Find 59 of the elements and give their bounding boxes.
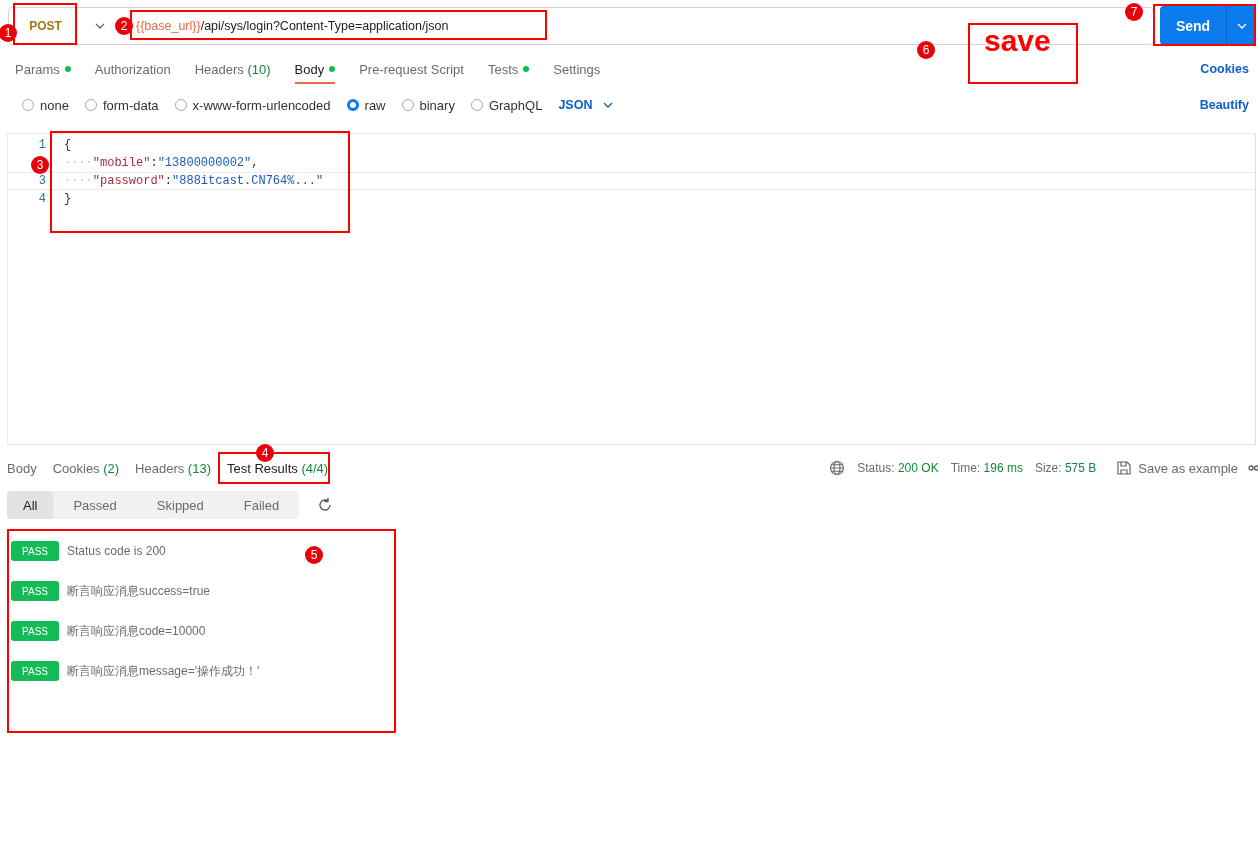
filter-tab[interactable]: All [7,491,54,519]
request-tab[interactable]: Headers (10) [194,54,271,84]
beautify-link[interactable]: Beautify [1199,98,1249,112]
response-meta: Time: 196 ms [950,461,1023,475]
more-icon [1248,464,1258,472]
radio-label[interactable]: form-data [102,97,159,113]
send-button[interactable]: Send [1160,6,1226,45]
test-name: 断言响应消息code=10000 [67,622,206,640]
request-tab[interactable]: Body [294,54,336,84]
annotation-number: 4 [256,444,274,462]
response-tab[interactable]: Cookies (2) [52,460,120,476]
format-dropdown[interactable]: JSON [558,98,615,112]
code-line: } [64,192,72,206]
filter-tab[interactable]: Skipped [136,491,224,519]
line-number: 4 [38,192,46,206]
request-tab[interactable]: Authorization [94,54,171,84]
status-badge: PASS [11,581,59,601]
annotation-number: 7 [1125,3,1143,21]
status-badge: PASS [11,621,59,641]
radio-label[interactable]: none [40,97,69,113]
annotation-number: 6 [917,41,935,59]
line-number: 3 [38,174,46,188]
save-icon [1116,460,1133,476]
radio-button[interactable] [346,99,359,111]
annotation-number: 5 [305,546,323,564]
url-field[interactable]: {{base_url}}/api/sys/login?Content-Type=application/json [135,18,450,33]
response-meta: Status: 200 OK [857,461,939,475]
annotation-number: 3 [31,156,49,174]
filter-tab[interactable]: Passed [53,491,137,519]
request-tab[interactable]: Settings [553,54,601,84]
radio-label[interactable]: x-www-form-urlencoded [192,97,331,113]
filter-tab[interactable]: Failed [223,491,300,519]
annotation-note: save [984,24,1051,58]
code-line: ····"mobile":"13800000002", [64,156,259,170]
test-name: Status code is 200 [67,544,166,558]
annotation-number: 1 [0,24,17,42]
response-tab[interactable]: Test Results (4/4) [227,460,329,476]
status-badge: PASS [11,541,59,561]
test-name: 断言响应消息message='操作成功！' [67,662,260,680]
request-tab[interactable]: Pre-request Script [359,54,464,84]
globe-icon [829,460,846,476]
radio-label[interactable]: GraphQL [488,97,543,113]
response-tab[interactable]: Headers (13) [135,460,211,476]
radio-label[interactable]: raw [364,97,386,113]
method-dropdown[interactable]: POST [18,9,73,42]
code-line: ····"password":"888itcast.CN764%..." [64,174,324,188]
code-line: { [64,138,72,152]
request-tab[interactable]: Tests [487,54,530,84]
response-meta: Size: 575 B [1034,461,1097,475]
annotation-number: 2 [115,17,133,35]
line-number: 1 [38,138,46,152]
status-badge: PASS [11,661,59,681]
response-tab[interactable]: Body [7,460,37,476]
save-as-example-button[interactable]: Save as example [1116,460,1238,476]
test-name: 断言响应消息success=true [67,582,211,600]
cookies-link[interactable]: Cookies [1200,62,1249,76]
refresh-icon [317,497,334,513]
request-tab[interactable]: Params [15,54,71,84]
radio-label[interactable]: binary [419,97,455,113]
